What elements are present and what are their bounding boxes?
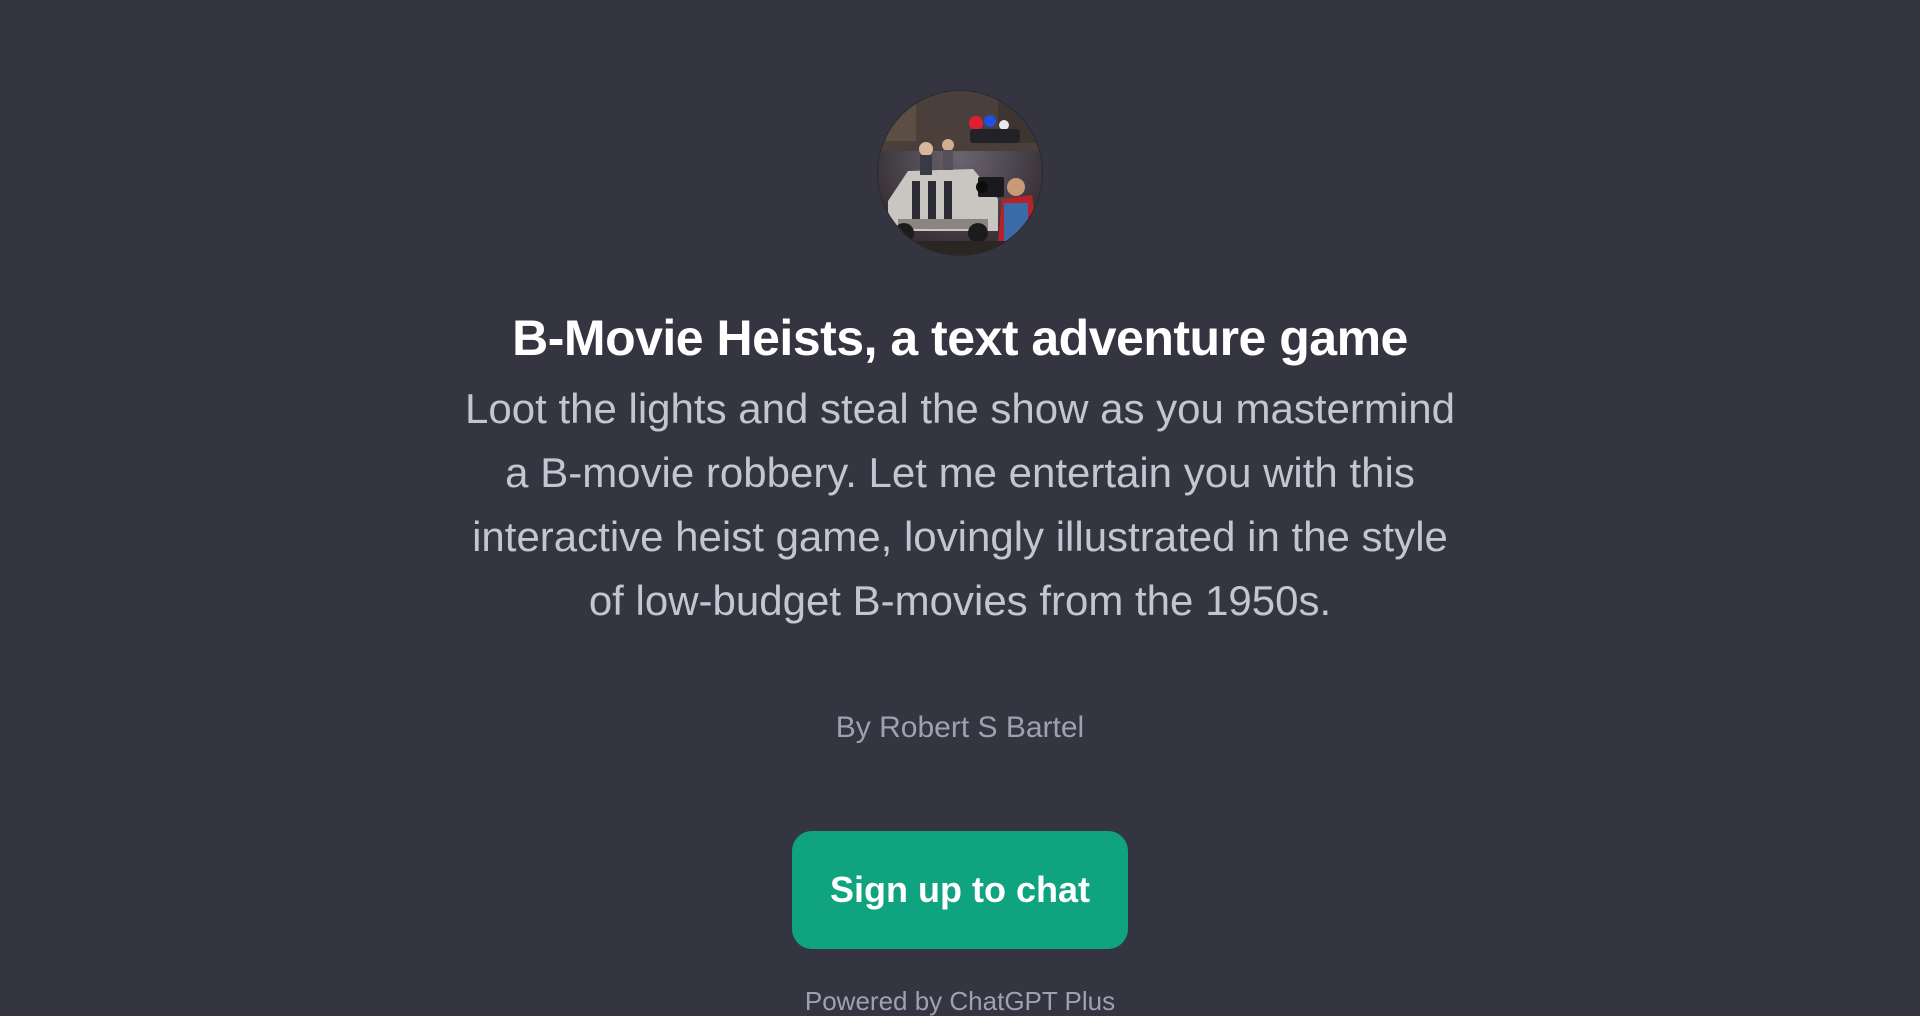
author-byline: By Robert S Bartel (835, 711, 1085, 744)
gpt-title: B-Movie Heists, a text adventure game (512, 310, 1408, 366)
gpt-avatar-image (878, 91, 1042, 255)
gpt-landing-page: B-Movie Heists, a text adventure game Lo… (0, 0, 1920, 1016)
sign-up-to-chat-button[interactable]: Sign up to chat (792, 831, 1128, 949)
powered-by-note: Powered by ChatGPT Plus (804, 986, 1116, 1016)
gpt-description: Loot the lights and steal the show as yo… (465, 385, 1455, 624)
